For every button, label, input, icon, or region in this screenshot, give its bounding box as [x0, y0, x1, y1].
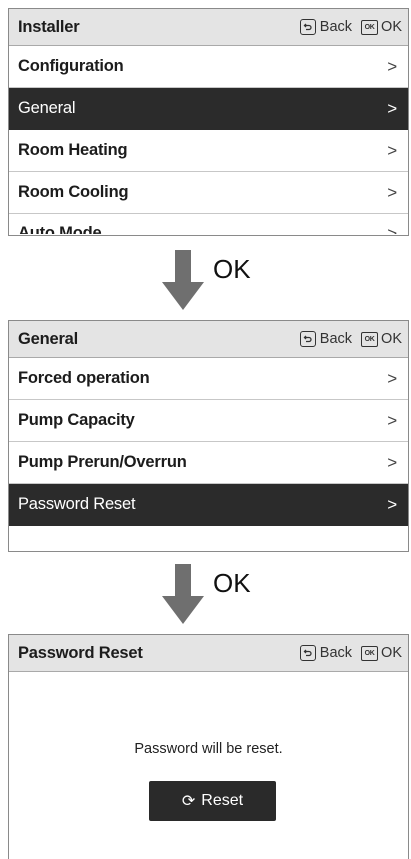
chevron-right-icon: >	[387, 368, 397, 388]
reset-button-label: Reset	[201, 792, 244, 809]
chevron-right-icon: >	[387, 56, 397, 76]
ok-label: OK	[381, 645, 402, 661]
chevron-right-icon: >	[387, 98, 397, 118]
menu-item-pump-capacity[interactable]: Pump Capacity >	[9, 400, 408, 442]
menu-item-forced-operation[interactable]: Forced operation >	[9, 358, 408, 400]
chevron-right-icon: >	[387, 452, 397, 472]
screen-header: General Back OK OK	[9, 321, 408, 358]
ok-button[interactable]: OK OK	[361, 645, 402, 661]
chevron-right-icon: >	[387, 494, 397, 514]
menu-item-label: Forced operation	[18, 369, 150, 387]
back-icon	[299, 331, 316, 347]
back-button[interactable]: Back	[299, 645, 353, 661]
transition-arrow: OK	[0, 560, 411, 630]
page-title: General	[18, 329, 79, 348]
menu-item-label: Pump Prerun/Overrun	[18, 453, 187, 471]
menu-item-label: Room Heating	[18, 141, 128, 159]
reset-button[interactable]: ⟳ Reset	[149, 781, 276, 821]
menu-item-label: Password Reset	[18, 495, 136, 513]
menu-item-label: Configuration	[18, 57, 124, 75]
back-label: Back	[319, 645, 353, 661]
chevron-right-icon: >	[387, 140, 397, 160]
refresh-icon: ⟳	[181, 793, 196, 810]
ok-button[interactable]: OK OK	[361, 331, 402, 347]
menu-item-label: Auto Mode	[18, 224, 102, 234]
back-icon	[299, 645, 316, 661]
back-icon	[299, 19, 316, 35]
back-button[interactable]: Back	[299, 331, 353, 347]
ok-icon: OK	[361, 645, 379, 661]
menu-item-room-cooling[interactable]: Room Cooling >	[9, 172, 408, 214]
menu-item-pump-prerun-overrun[interactable]: Pump Prerun/Overrun >	[9, 442, 408, 484]
screen-header: Password Reset Back OK OK	[9, 635, 408, 672]
chevron-right-icon: >	[387, 182, 397, 202]
ok-icon: OK	[361, 19, 379, 35]
transition-label: OK	[213, 568, 251, 598]
ok-button[interactable]: OK OK	[361, 19, 402, 35]
menu-item-general[interactable]: General >	[9, 88, 408, 130]
ok-icon: OK	[361, 331, 379, 347]
chevron-right-icon: >	[387, 410, 397, 430]
installer-screen: Installer Back OK OK Configuration > Gen…	[8, 8, 409, 236]
arrow-down-icon	[162, 564, 204, 624]
general-screen: General Back OK OK Forced operation > Pu…	[8, 320, 409, 552]
menu-item-configuration[interactable]: Configuration >	[9, 46, 408, 88]
back-label: Back	[319, 19, 353, 35]
reset-message: Password will be reset.	[134, 741, 283, 757]
chevron-right-icon: >	[387, 224, 397, 234]
page-title: Password Reset	[18, 643, 143, 662]
page-title: Installer	[18, 17, 80, 36]
menu-item-password-reset[interactable]: Password Reset >	[9, 484, 408, 526]
menu-item-auto-mode[interactable]: Auto Mode >	[9, 214, 408, 234]
transition-arrow: OK	[0, 246, 411, 316]
menu-item-label: Pump Capacity	[18, 411, 135, 429]
header-actions: Back OK OK	[299, 645, 402, 661]
menu-item-label: General	[18, 99, 76, 117]
header-actions: Back OK OK	[299, 19, 402, 35]
arrow-down-icon	[162, 250, 204, 310]
back-label: Back	[319, 331, 353, 347]
password-reset-screen: Password Reset Back OK OK Password will …	[8, 634, 409, 859]
menu-item-label: Room Cooling	[18, 183, 129, 201]
back-button[interactable]: Back	[299, 19, 353, 35]
header-actions: Back OK OK	[299, 331, 402, 347]
screen-header: Installer Back OK OK	[9, 9, 408, 46]
ok-label: OK	[381, 331, 402, 347]
transition-label: OK	[213, 254, 251, 284]
menu-item-room-heating[interactable]: Room Heating >	[9, 130, 408, 172]
ok-label: OK	[381, 19, 402, 35]
